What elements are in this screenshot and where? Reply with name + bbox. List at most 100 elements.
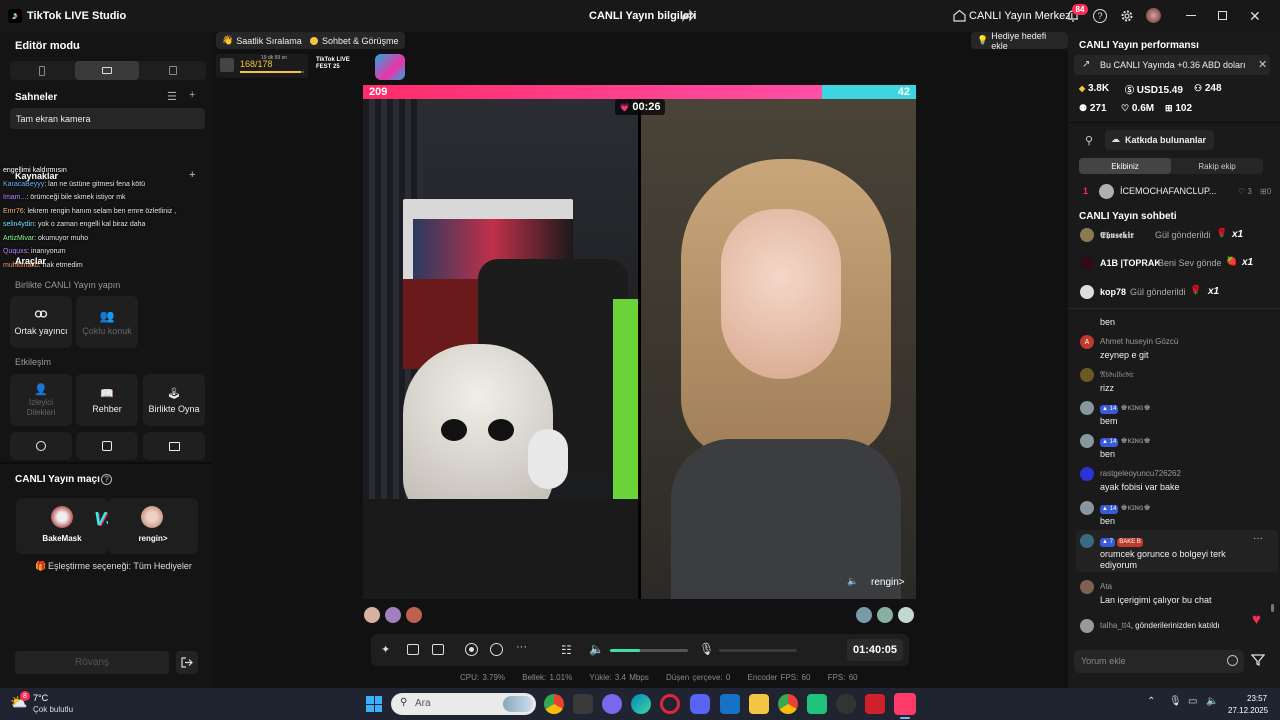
network-icon[interactable]: ▭	[1188, 696, 1197, 707]
tab-team[interactable]: Ekibiniz	[1079, 158, 1171, 174]
speaker-icon[interactable]: 🔈	[1206, 696, 1218, 707]
clock-time[interactable]: 23:57	[1247, 694, 1267, 703]
chrome-icon[interactable]	[778, 694, 798, 714]
tool-button-7[interactable]	[10, 432, 72, 460]
maximize-icon[interactable]	[1218, 11, 1227, 20]
landscape-mode-button[interactable]	[75, 61, 139, 80]
chat-message-hovered[interactable]: ▲ 7 BAKE B orumcek gorunce o bolgeyi ter…	[1076, 530, 1278, 572]
chat-meet-chip[interactable]: Sohbet & Görüşme	[304, 32, 405, 49]
tool-button-9[interactable]	[143, 432, 205, 460]
share-icon[interactable]	[681, 9, 695, 23]
gift-row: 𝕰𝖇𝖚𝖘𝖊𝖐𝖎𝖗 Gül gönderildi 🌹 x1	[1080, 228, 1276, 242]
guest-name[interactable]: rengin>	[871, 577, 905, 588]
mail-icon[interactable]	[720, 694, 740, 714]
rank-name[interactable]: İCEMOCHAFANCLUP...	[1120, 186, 1216, 196]
close-icon[interactable]: ✕	[1249, 8, 1261, 25]
overlay-chat-line: ArtizMivar: okumuyor muho	[3, 232, 212, 246]
more-icon[interactable]: ···	[516, 641, 527, 653]
exit-match-button[interactable]	[176, 651, 198, 674]
comment-input[interactable]: Yorum ekle	[1074, 650, 1244, 673]
tool-button-8[interactable]	[76, 432, 138, 460]
chevron-up-icon[interactable]: ⌃	[1147, 696, 1155, 707]
overlay-icon[interactable]	[407, 644, 419, 655]
editor-mode-label[interactable]: Editör modu	[15, 40, 80, 52]
chevron-down-icon[interactable]: ⌄	[75, 42, 82, 51]
play-together-button[interactable]: 🕹 Birlikte Oyna	[143, 374, 205, 426]
app-icon[interactable]	[807, 694, 827, 714]
camera-switch-icon[interactable]	[490, 643, 503, 656]
volume-icon[interactable]: 🔈	[589, 642, 604, 656]
supporter-avatar[interactable]	[385, 607, 401, 623]
live-center-link[interactable]: CANLI Yayın Merkezi	[969, 10, 1073, 22]
close-icon[interactable]: ✕	[1258, 58, 1267, 71]
avatar[interactable]	[1146, 8, 1161, 23]
overlay-chat-msg: : örümceği bile skmek istiyor mk	[26, 194, 126, 201]
steam-icon[interactable]	[836, 694, 856, 714]
guide-button[interactable]: 📖 Rehber	[76, 374, 138, 426]
edge-icon[interactable]	[631, 694, 651, 714]
contributors-button[interactable]: ☁ Katkıda bulunanlar	[1105, 130, 1215, 150]
dual-mode-button[interactable]	[141, 61, 205, 80]
supporter-avatar[interactable]	[877, 607, 893, 623]
tiktok-studio-icon[interactable]	[894, 693, 916, 715]
mic-icon[interactable]: 🎙	[699, 642, 714, 656]
chrome-icon[interactable]	[544, 694, 564, 714]
fest-widget[interactable]: 168/178 19 dk 59 sn	[216, 54, 308, 78]
supporter-avatar[interactable]	[406, 607, 422, 623]
person-settings-icon[interactable]: ⚲	[1085, 134, 1093, 147]
speaker-icon[interactable]: 🔈	[847, 576, 858, 587]
chat-avatar	[1080, 368, 1094, 382]
taskbar-search[interactable]: ⚲ Ara	[391, 693, 536, 715]
co-host-button[interactable]: Ortak yayıncı	[10, 296, 72, 348]
magic-icon[interactable]: ✦	[381, 643, 390, 656]
rank-avatar[interactable]	[1099, 184, 1114, 199]
scrollbar[interactable]	[1271, 604, 1274, 612]
active-indicator	[900, 717, 910, 719]
portrait-mode-button[interactable]	[10, 61, 74, 80]
pairing-option[interactable]: Eşleştirme seçeneği: Tüm Hediyeler	[48, 561, 192, 571]
more-icon[interactable]: ···	[1253, 533, 1263, 544]
earnings-banner[interactable]: ↗ Bu CANLI Yayında +0.36 ABD doları ✕	[1074, 55, 1270, 75]
send-icon[interactable]	[1251, 653, 1265, 667]
player2-card[interactable]: rengin>	[108, 498, 198, 554]
mixer-icon[interactable]: ☷	[561, 643, 572, 657]
supporter-avatar[interactable]	[856, 607, 872, 623]
viewer-requests-button[interactable]: 👤 İzleyici Dilekleri	[10, 374, 72, 426]
add-scene-icon[interactable]: +	[189, 89, 195, 101]
record-icon[interactable]	[465, 643, 478, 656]
fest-time: 19 dk 59 sn	[261, 55, 287, 61]
home-icon[interactable]	[953, 9, 966, 22]
taskview-icon[interactable]	[573, 694, 593, 714]
list-icon[interactable]: ☰	[167, 90, 177, 103]
help-icon[interactable]: ?	[1093, 9, 1107, 23]
overlay-chat-msg: : lan ne üstüne gitmesi fena kötü	[44, 180, 146, 188]
supporter-avatar[interactable]	[898, 607, 914, 623]
mic-slider[interactable]	[719, 649, 797, 652]
add-source-icon[interactable]	[432, 644, 444, 655]
emoji-icon[interactable]	[1227, 655, 1238, 666]
left-score: 209	[369, 86, 388, 98]
multi-guest-button[interactable]: 👥 Çoklu konuk	[76, 296, 138, 348]
tab-rival[interactable]: Rakip ekip	[1171, 158, 1263, 174]
volume-slider[interactable]	[610, 649, 688, 652]
windows-start-icon[interactable]	[366, 696, 382, 712]
gear-icon[interactable]	[1120, 9, 1134, 23]
ranking-chip[interactable]: 👋 Saatlik Sıralama	[216, 32, 308, 49]
supporter-avatar[interactable]	[364, 607, 380, 623]
chat-message-text: ben	[1100, 449, 1116, 459]
teams-icon[interactable]	[602, 694, 622, 714]
player2-name: rengin>	[138, 534, 168, 543]
scene-item[interactable]: Tam ekran kamera	[10, 108, 205, 129]
youtube-icon[interactable]	[865, 694, 885, 714]
gift-goal-chip[interactable]: 💡 Hediye hedefi ekle	[971, 31, 1068, 51]
rematch-button[interactable]: Rövanş	[15, 651, 169, 674]
mic-icon[interactable]: 🎙	[1169, 696, 1182, 707]
rank-likes: ♡ 3	[1238, 187, 1252, 196]
minimize-icon[interactable]	[1186, 15, 1196, 16]
folder-icon[interactable]	[749, 694, 769, 714]
clock-date[interactable]: 27.12.2025	[1228, 706, 1268, 715]
opera-icon[interactable]	[660, 694, 680, 714]
discord-icon[interactable]	[690, 694, 710, 714]
help-icon[interactable]: ?	[101, 474, 112, 485]
overlay-chat-name: Emr76	[3, 207, 24, 215]
